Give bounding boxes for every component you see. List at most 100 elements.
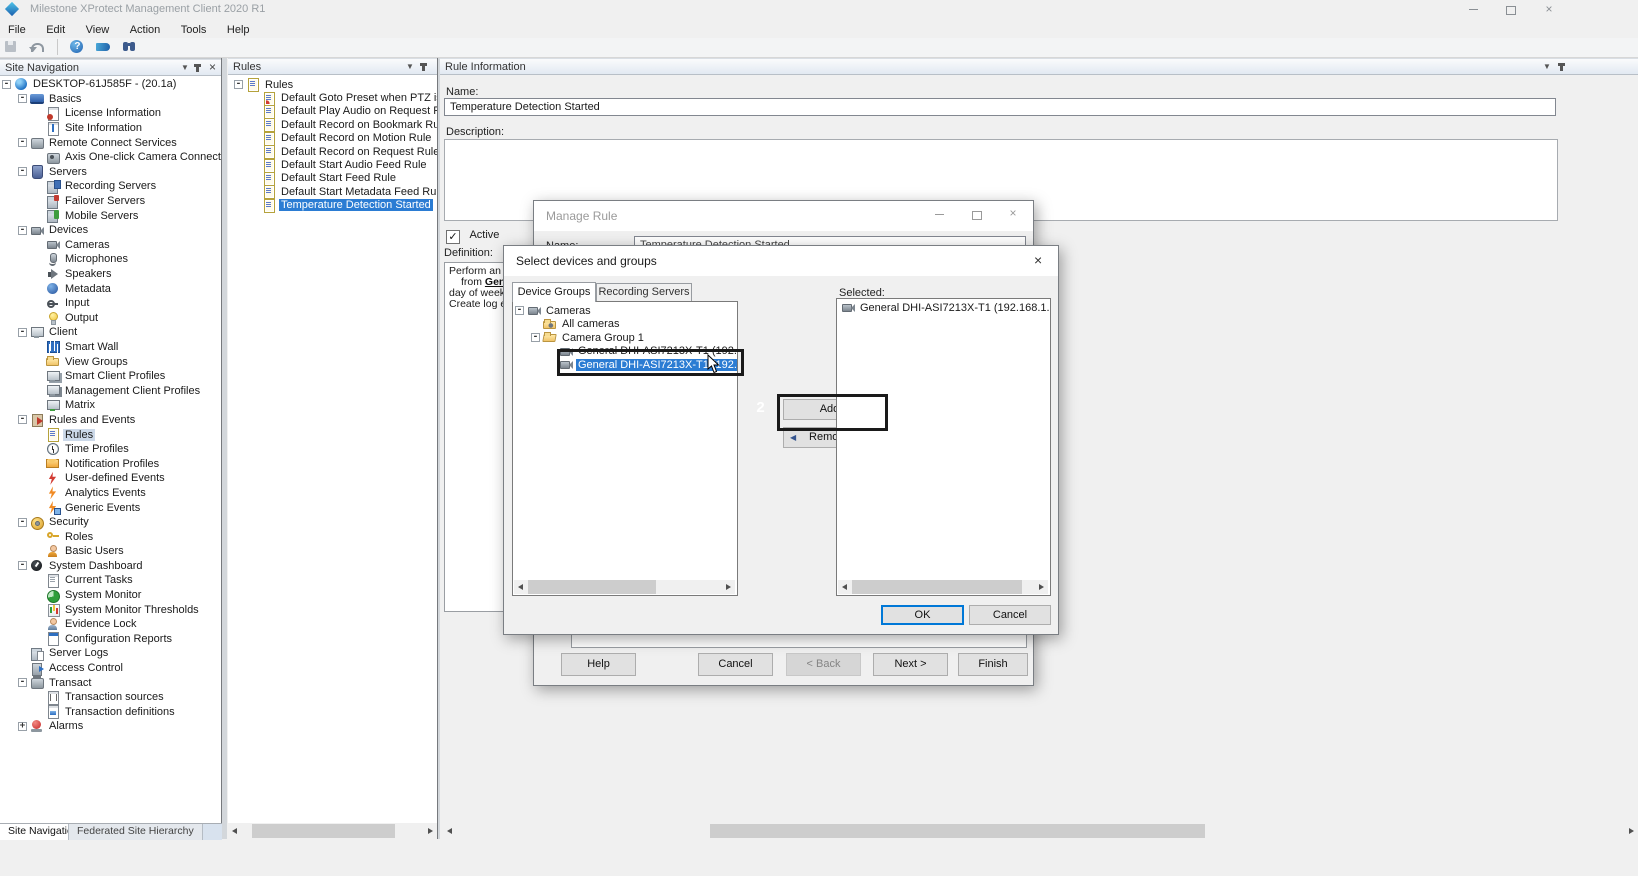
tree-item[interactable]: Failover Servers: [0, 194, 222, 209]
scroll-right-icon[interactable]: [1035, 580, 1048, 594]
tree-item[interactable]: - Camera Group 1: [513, 331, 737, 345]
tree-item[interactable]: Default Record on Motion Rule: [232, 131, 437, 146]
back-button[interactable]: < Back: [786, 653, 861, 676]
tree-item[interactable]: License Information: [0, 106, 222, 121]
save-icon[interactable]: [2, 39, 20, 55]
menu-tools[interactable]: Tools: [173, 22, 215, 38]
expander-minus-icon[interactable]: -: [18, 94, 27, 104]
tree-item[interactable]: - Basics: [0, 92, 222, 107]
tree-item[interactable]: All cameras: [513, 318, 737, 332]
scrollbar-thumb[interactable]: [852, 580, 1022, 594]
menu-edit[interactable]: Edit: [38, 22, 73, 38]
expander-minus-icon[interactable]: -: [18, 517, 27, 527]
rules-horizontal-scrollbar[interactable]: [228, 824, 437, 838]
expander-minus-icon[interactable]: -: [18, 327, 27, 337]
maximize-button[interactable]: [1496, 2, 1526, 18]
tree-item[interactable]: Notification Profiles: [0, 456, 222, 471]
tree-item[interactable]: Smart Wall: [0, 340, 222, 355]
tree-item[interactable]: Cameras: [0, 238, 222, 253]
tree-item[interactable]: Time Profiles: [0, 442, 222, 457]
tree-item[interactable]: Basic Users: [0, 544, 222, 559]
rule-name-input[interactable]: Temperature Detection Started: [444, 98, 1556, 116]
tree-item[interactable]: Rules: [0, 427, 222, 443]
scroll-right-icon[interactable]: [1625, 824, 1638, 838]
tree-item[interactable]: Default Goto Preset when PTZ is don: [232, 91, 437, 106]
tree-item[interactable]: - Remote Connect Services: [0, 135, 222, 150]
expander-minus-icon[interactable]: -: [18, 167, 27, 177]
menu-view[interactable]: View: [78, 22, 118, 38]
minimize-button[interactable]: [1458, 2, 1488, 18]
expander-minus-icon[interactable]: -: [515, 306, 524, 316]
tree-item[interactable]: - Security: [0, 515, 222, 530]
tree-item[interactable]: Analytics Events: [0, 486, 222, 501]
tree-item[interactable]: Transaction sources: [0, 690, 222, 705]
expander-minus-icon[interactable]: -: [18, 415, 27, 425]
tree-item[interactable]: Current Tasks: [0, 573, 222, 588]
tree-item[interactable]: Recording Servers: [0, 179, 222, 194]
ruleinfo-horizontal-scrollbar[interactable]: [443, 824, 1638, 838]
tree-item[interactable]: Default Start Feed Rule: [232, 171, 437, 186]
tree-item[interactable]: General DHI-ASI7213X-T1 (192.168.1.108) …: [839, 301, 1050, 315]
tree-item[interactable]: + Alarms: [0, 719, 222, 734]
tree-item[interactable]: - Devices: [0, 223, 222, 238]
ok-button[interactable]: OK: [881, 605, 964, 625]
expander-minus-icon[interactable]: -: [18, 138, 27, 148]
close-button[interactable]: ×: [1534, 2, 1564, 18]
cancel-button[interactable]: Cancel: [969, 605, 1051, 625]
scroll-left-icon[interactable]: [838, 580, 851, 594]
tree-item[interactable]: Default Play Audio on Request Rule: [232, 104, 437, 119]
tree-item[interactable]: - System Dashboard: [0, 559, 222, 574]
book-icon[interactable]: [95, 39, 113, 55]
tree-item[interactable]: - Transact: [0, 675, 222, 690]
tree-item[interactable]: Axis One-click Camera Connection: [0, 150, 222, 165]
tree-item[interactable]: - Client: [0, 325, 222, 340]
scrollbar-thumb[interactable]: [252, 824, 395, 838]
tree-item[interactable]: Speakers: [0, 267, 222, 282]
tree-item[interactable]: Site Information: [0, 121, 222, 136]
selected-horizontal-scrollbar[interactable]: [838, 580, 1048, 594]
undo-icon[interactable]: [28, 39, 46, 55]
tree-item[interactable]: User-defined Events: [0, 471, 222, 486]
tree-item[interactable]: Default Start Audio Feed Rule: [232, 158, 437, 173]
expander-minus-icon[interactable]: -: [531, 333, 540, 343]
menu-help[interactable]: Help: [219, 22, 258, 38]
tree-item[interactable]: System Monitor Thresholds: [0, 602, 222, 618]
cancel-button[interactable]: Cancel: [698, 653, 773, 676]
tree-item[interactable]: Default Start Metadata Feed Rule: [232, 185, 437, 200]
tree-item[interactable]: Input: [0, 296, 222, 311]
scroll-right-icon[interactable]: [722, 580, 735, 594]
tree-item[interactable]: View Groups: [0, 354, 222, 369]
tree-item[interactable]: - Rules and Events: [0, 413, 222, 428]
scroll-left-icon[interactable]: [514, 580, 527, 594]
active-checkbox[interactable]: ✓: [446, 230, 460, 244]
scroll-left-icon[interactable]: [228, 824, 241, 838]
expander-minus-icon[interactable]: -: [18, 561, 27, 571]
maximize-button[interactable]: [962, 207, 992, 223]
scroll-right-icon[interactable]: [424, 824, 437, 838]
tree-item[interactable]: - Servers: [0, 165, 222, 180]
tab-recording-servers[interactable]: Recording Servers: [596, 283, 692, 302]
chevron-down-icon[interactable]: ▼: [406, 62, 414, 72]
tree-item[interactable]: Mobile Servers: [0, 208, 222, 224]
close-button[interactable]: ×: [998, 206, 1028, 222]
close-icon[interactable]: ×: [1034, 252, 1042, 268]
expander-plus-icon[interactable]: +: [18, 721, 27, 731]
scrollbar-thumb[interactable]: [528, 580, 656, 594]
tree-item[interactable]: Generic Events: [0, 500, 222, 516]
tree-item[interactable]: - DESKTOP-61J585F - (20.1a): [0, 77, 222, 92]
tree-item[interactable]: Management Client Profiles: [0, 383, 222, 398]
tree-item[interactable]: Transaction definitions: [0, 705, 222, 720]
minimize-button[interactable]: [924, 207, 954, 223]
help-icon[interactable]: [68, 39, 86, 55]
expander-minus-icon[interactable]: -: [18, 225, 27, 235]
expander-minus-icon[interactable]: -: [234, 80, 243, 90]
scroll-left-icon[interactable]: [443, 824, 456, 838]
menu-action[interactable]: Action: [122, 22, 169, 38]
tree-item[interactable]: Default Record on Request Rule: [232, 145, 437, 160]
help-button[interactable]: Help: [561, 653, 636, 676]
tab-device-groups[interactable]: Device Groups: [512, 282, 596, 302]
tree-item[interactable]: Smart Client Profiles: [0, 369, 222, 384]
tree-item[interactable]: Roles: [0, 529, 222, 544]
expander-minus-icon[interactable]: -: [18, 678, 27, 688]
find-icon[interactable]: [121, 39, 139, 55]
